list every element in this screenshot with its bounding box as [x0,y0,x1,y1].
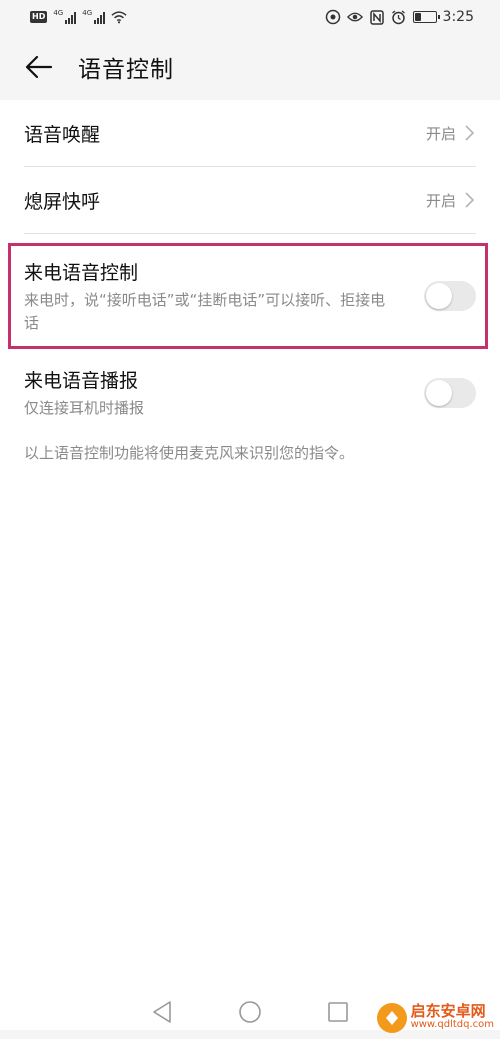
alarm-icon [391,9,407,25]
nav-home-button[interactable] [237,999,263,1025]
screen: HD 4G 4G 3:25 语音控制 语音唤醒 开启 熄屏快呼 开启 来电语音控… [0,0,500,1039]
incoming-call-announce-toggle[interactable] [424,378,476,408]
eye-icon [346,9,363,25]
setting-value: 开启 [425,124,456,143]
setting-value: 开启 [425,191,456,210]
status-bar-left: HD 4G 4G [30,9,127,25]
footnote-text: 以上语音控制功能将使用麦克风来识别您的指令。 [24,444,355,462]
setting-label: 熄屏快呼 [24,190,101,213]
toggle-knob [426,283,452,309]
watermark-logo-icon [376,1003,407,1033]
nav-back-button[interactable] [149,999,175,1025]
nav-recents-button[interactable] [325,999,351,1025]
page-title: 语音控制 [78,57,174,83]
status-time: 3:25 [442,9,474,25]
status-bar-right: 3:25 [325,9,474,25]
watermark: 启东安卓网 www.qdltdq.com [376,1003,494,1033]
arrow-left-icon [25,55,53,79]
setting-screen-off-quick-call[interactable]: 熄屏快呼 开启 [24,167,476,234]
chevron-right-icon [465,125,475,141]
home-circle-icon [239,1001,261,1023]
chevron-right-icon [465,192,475,208]
watermark-text: 启东安卓网 www.qdltdq.com [411,1004,494,1032]
setting-value-group: 开启 [426,123,476,144]
settings-list: 语音唤醒 开启 熄屏快呼 开启 来电语音控制 来电时，说“接听电话”或“挂断电话… [0,100,500,1030]
battery-level [414,13,421,21]
title-bar: 语音控制 [0,34,500,100]
setting-label: 语音唤醒 [24,123,101,146]
signal-icon: 4G [53,9,77,24]
setting-label: 来电语音播报 [24,370,139,392]
battery-icon [412,11,440,23]
eye-comfort-icon [325,9,341,25]
setting-text: 来电语音播报 仅连接耳机时播报 [24,366,144,420]
nfc-icon [369,9,385,25]
back-triangle-icon [153,1001,171,1023]
network-type-label: 4G [82,9,93,17]
toggle-knob [426,380,452,406]
network-type-label: 4G [53,9,64,17]
setting-text: 来电语音控制 来电时，说“接听电话”或“挂断电话”可以接听、拒接电话 [24,258,394,335]
signal-icon: 4G [82,9,106,24]
recents-square-icon [328,1002,348,1022]
watermark-url: www.qdltdq.com [410,1019,494,1030]
incoming-call-voice-control-toggle[interactable] [424,281,476,311]
back-button[interactable] [22,50,56,84]
status-bar: HD 4G 4G 3:25 [0,0,500,34]
setting-voice-wakeup[interactable]: 语音唤醒 开启 [24,100,476,167]
setting-description: 仅连接耳机时播报 [24,399,145,417]
setting-value-group: 开启 [426,190,476,211]
setting-incoming-call-announce[interactable]: 来电语音播报 仅连接耳机时播报 [24,362,476,424]
wifi-icon [111,9,127,25]
watermark-title: 启东安卓网 [410,1002,486,1020]
hd-icon: HD [30,11,48,23]
setting-description: 来电时，说“接听电话”或“挂断电话”可以接听、拒接电话 [24,290,386,332]
setting-incoming-call-voice-control[interactable]: 来电语音控制 来电时，说“接听电话”或“挂断电话”可以接听、拒接电话 [24,250,476,342]
setting-label: 来电语音控制 [24,261,139,284]
